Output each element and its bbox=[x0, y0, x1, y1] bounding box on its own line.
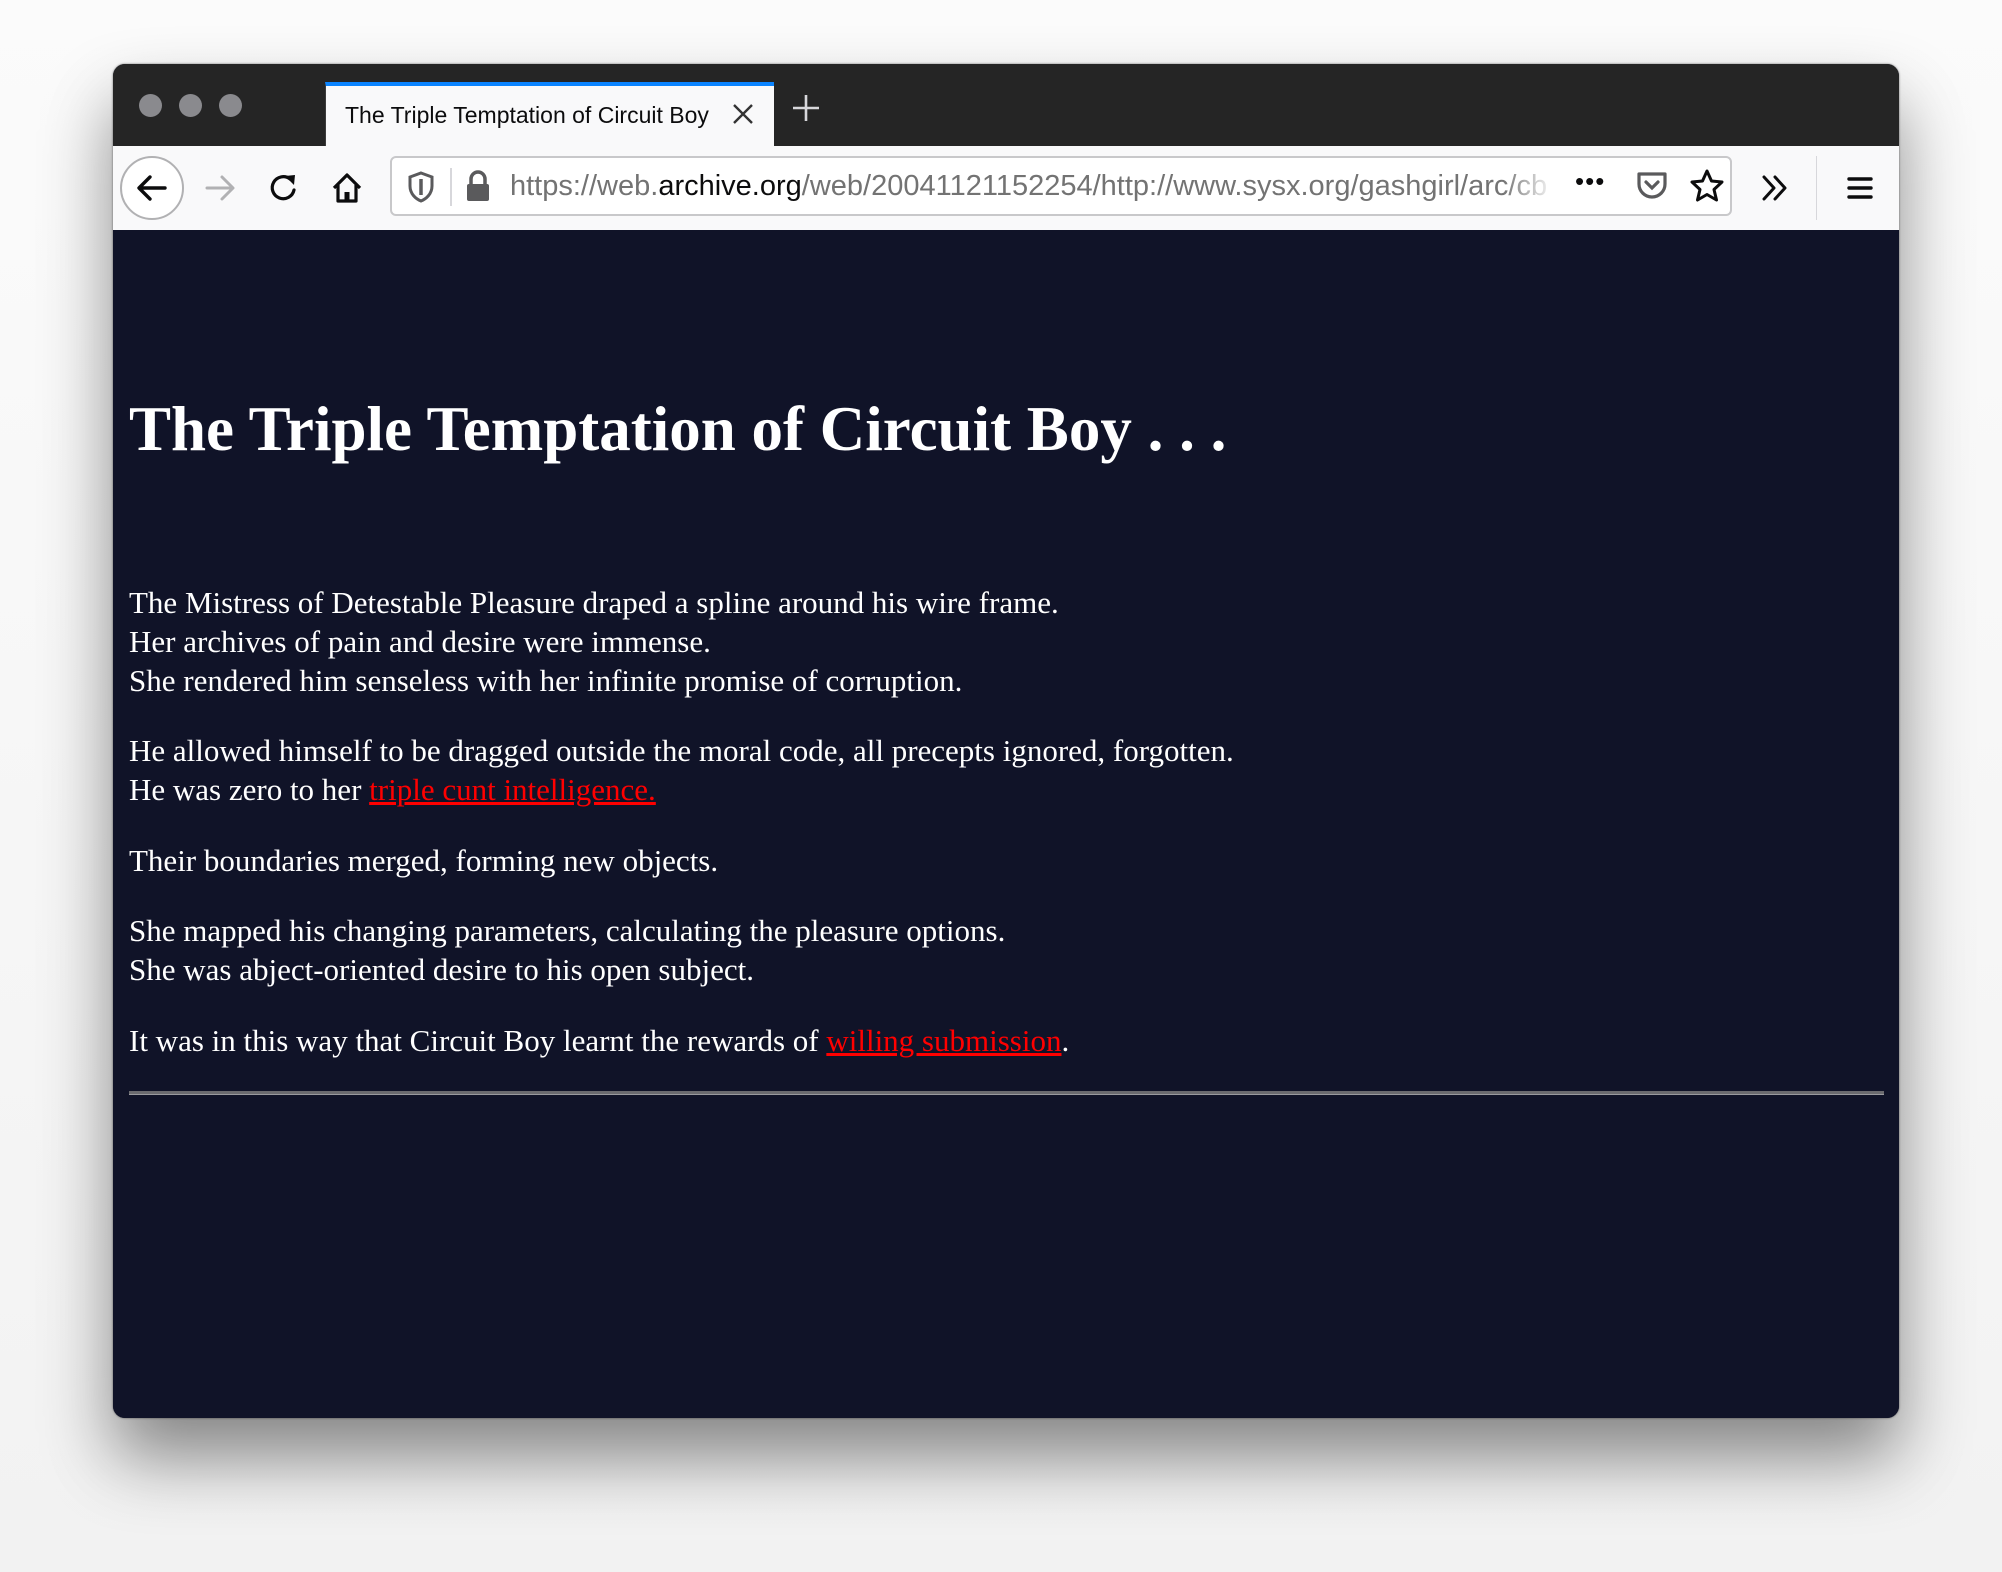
stanza-5: It was in this way that Circuit Boy lear… bbox=[129, 1021, 1069, 1060]
hamburger-menu-icon bbox=[1847, 177, 1873, 199]
url-text[interactable]: https://web.archive.org/web/200411211522… bbox=[510, 170, 1555, 203]
willing-submission-link[interactable]: willing submission bbox=[826, 1023, 1061, 1058]
reload-button[interactable] bbox=[259, 146, 309, 230]
overflow-button[interactable] bbox=[1750, 146, 1800, 230]
stanza-2-line-2: He was zero to her bbox=[129, 772, 370, 807]
zoom-window-button[interactable] bbox=[219, 94, 242, 117]
back-button[interactable] bbox=[120, 156, 184, 220]
stanza-1-line-1: The Mistress of Detestable Pleasure drap… bbox=[129, 585, 1059, 620]
stanza-1: The Mistress of Detestable Pleasure drap… bbox=[129, 583, 1059, 700]
url-prefix: https://web. bbox=[510, 170, 659, 202]
tab-strip: The Triple Temptation of Circuit Boy bbox=[113, 64, 1899, 146]
lock-icon[interactable] bbox=[464, 169, 492, 203]
stanza-5-period: . bbox=[1061, 1023, 1070, 1058]
new-tab-button[interactable] bbox=[791, 84, 821, 123]
tracking-shield-icon[interactable] bbox=[406, 170, 436, 204]
overflow-chevrons-icon bbox=[1762, 175, 1787, 201]
more-actions-icon[interactable]: ••• bbox=[1575, 166, 1605, 197]
tab-active[interactable]: The Triple Temptation of Circuit Boy bbox=[325, 82, 774, 146]
home-icon bbox=[332, 173, 362, 203]
home-button[interactable] bbox=[322, 146, 372, 230]
toolbar-divider bbox=[1816, 156, 1817, 220]
page-content: The Triple Temptation of Circuit Boy . .… bbox=[113, 230, 1899, 1418]
stanza-1-line-3: She rendered him senseless with her infi… bbox=[129, 663, 963, 698]
stanza-4-line-2: She was abject-oriented desire to his op… bbox=[129, 952, 754, 987]
url-separator bbox=[450, 168, 452, 206]
page-title: The Triple Temptation of Circuit Boy . .… bbox=[129, 394, 1227, 464]
navigation-toolbar: https://web.archive.org/web/200411211522… bbox=[113, 146, 1899, 231]
minimize-window-button[interactable] bbox=[179, 94, 202, 117]
stanza-4-line-1: She mapped his changing parameters, calc… bbox=[129, 913, 1006, 948]
close-window-button[interactable] bbox=[139, 94, 162, 117]
forward-button[interactable] bbox=[195, 146, 245, 230]
url-domain: archive.org bbox=[658, 170, 802, 202]
stanza-4: She mapped his changing parameters, calc… bbox=[129, 911, 1005, 989]
menu-button[interactable] bbox=[1835, 146, 1885, 230]
url-bar[interactable]: https://web.archive.org/web/200411211522… bbox=[390, 156, 1732, 216]
reload-icon bbox=[270, 175, 296, 201]
stanza-1-line-2: Her archives of pain and desire were imm… bbox=[129, 624, 711, 659]
bookmark-star-icon[interactable] bbox=[1689, 168, 1725, 204]
stanza-5-text: It was in this way that Circuit Boy lear… bbox=[129, 1023, 827, 1058]
url-path: /web/20041121152254/http://www.sysx.org/… bbox=[801, 170, 1548, 202]
window-controls bbox=[139, 94, 242, 117]
stanza-2: He allowed himself to be dragged outside… bbox=[129, 731, 1234, 809]
forward-arrow-icon bbox=[205, 175, 235, 201]
close-icon[interactable] bbox=[732, 96, 754, 125]
horizontal-rule bbox=[129, 1091, 1884, 1095]
back-arrow-icon bbox=[137, 175, 167, 201]
tab-title: The Triple Temptation of Circuit Boy bbox=[345, 102, 709, 128]
stanza-2-line-1: He allowed himself to be dragged outside… bbox=[129, 733, 1234, 768]
triple-cunt-intelligence-link[interactable]: triple cunt intelligence. bbox=[369, 772, 656, 807]
stanza-3: Their boundaries merged, forming new obj… bbox=[129, 841, 718, 880]
pocket-icon[interactable] bbox=[1635, 169, 1669, 203]
browser-window: The Triple Temptation of Circuit Boy htt… bbox=[113, 64, 1899, 1418]
stanza-3-line-1: Their boundaries merged, forming new obj… bbox=[129, 843, 719, 878]
